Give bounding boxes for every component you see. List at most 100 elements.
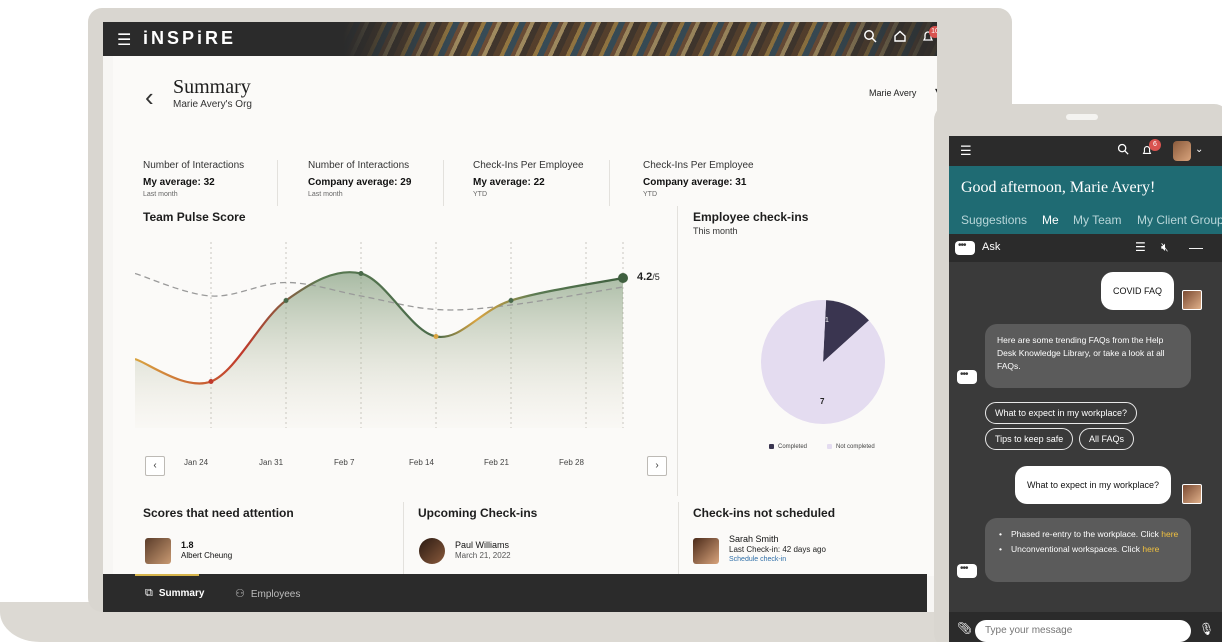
not-scheduled-title: Check-ins not scheduled [693,506,836,520]
phone-frame: ☰ 6 ⌄ Good afternoon, Marie Avery! Sugge… [934,104,1222,642]
page-title: Summary [173,76,251,98]
presentation-icon: ⧉ [145,587,153,599]
x-tick-label: Jan 31 [259,458,284,467]
score-point[interactable] [283,298,289,303]
score-point[interactable] [358,271,364,276]
upcoming-title: Upcoming Check-ins [418,506,538,520]
kpi-label: Check-Ins Per Employee [643,160,754,171]
microphone-icon[interactable]: 🎙︎ [1199,622,1214,636]
bot-icon [957,563,977,578]
score-point[interactable] [208,379,214,384]
legend-completed: Completed [769,444,807,450]
pulse-line-chart [135,242,628,428]
here-link[interactable]: here [1142,544,1159,554]
chip-all-faqs[interactable]: All FAQs [1079,428,1135,450]
legend-not-completed: Not completed [827,444,875,450]
chat-user-avatar [1182,290,1202,310]
home-icon[interactable] [889,28,911,50]
phone-hamburger-icon[interactable]: ☰ [960,143,972,159]
kpi-label: Number of Interactions [143,160,245,171]
kpi-card: Number of Interactions My average: 32 La… [143,160,256,206]
kpi-period: YTD [473,191,487,198]
menu-lines-icon[interactable]: ☰ [1135,240,1146,254]
chart-prev-button[interactable]: ‹ [145,456,165,476]
last-checkin: Last Check-in: 42 days ago [729,545,826,554]
pie-label-completed: 1 [825,317,829,324]
score-point[interactable] [508,298,514,303]
not-scheduled-name[interactable]: Sarah Smith [729,534,779,544]
kpi-value: Company average: 29 [308,177,412,188]
sarah-smith-avatar[interactable] [693,538,719,564]
tab-employees[interactable]: ⚇ Employees [235,587,300,600]
caret-down-icon: ▾ [935,86,937,97]
upcoming-name[interactable]: Paul Williams [455,540,509,550]
phone-screen: ☰ 6 ⌄ Good afternoon, Marie Avery! Sugge… [949,136,1222,642]
score-point[interactable] [433,334,439,339]
checkins-title: Employee check-ins [693,210,809,224]
laptop-screen: ☰ iNSPiRE 10 ‹ Summary Marie Avery's Org… [103,22,937,612]
phone-user-avatar[interactable] [1173,141,1191,161]
kpi-card: Number of Interactions Company average: … [308,160,423,206]
tab-my-team[interactable]: My Team [1073,213,1121,227]
user-selector[interactable]: Marie Avery ▾ [869,86,937,98]
kpi-value: My average: 22 [473,177,545,188]
message-input[interactable] [975,620,1191,642]
ask-label: Ask [982,241,1001,253]
paperclip-icon[interactable]: 📎︎ [957,621,972,635]
kpi-label: Number of Interactions [308,160,410,171]
x-tick-label: Feb 14 [409,458,434,467]
bot-icon [957,369,977,384]
tab-me[interactable]: Me [1042,213,1059,227]
top-navbar: ☰ iNSPiRE 10 [103,22,937,56]
upcoming-date: March 21, 2022 [455,551,511,560]
x-tick-label: Feb 28 [559,458,584,467]
tab-summary[interactable]: ⧉ Summary [145,587,204,600]
bottom-tab-bar: ⧉ Summary ⚇ Employees [103,574,927,612]
checkins-pie-chart: 17 [761,300,885,424]
schedule-checkin-link[interactable]: Schedule check-in [729,556,786,563]
tab-suggestions[interactable]: Suggestions [961,213,1027,227]
checkins-subtitle: This month [693,226,738,236]
chevron-down-icon[interactable]: ⌄ [1195,144,1203,155]
pie-label-not-completed: 7 [820,397,825,406]
mute-icon[interactable]: 🔇︎ [1161,240,1169,255]
stage: ☰ iNSPiRE 10 ‹ Summary Marie Avery's Org… [0,0,1222,642]
summary-page: ‹ Summary Marie Avery's Org Marie Avery … [113,56,937,576]
kpi-period: YTD [643,191,657,198]
page-subtitle: Marie Avery's Org [173,99,252,110]
here-link[interactable]: here [1161,529,1178,539]
notification-badge: 10 [929,26,937,38]
user-message: What to expect in my workplace? [1015,466,1172,504]
pulse-area [135,272,623,428]
chat-bubble-icon [955,240,975,255]
kpi-card: Check-Ins Per Employee My average: 22 YT… [473,160,596,206]
phone-speaker [1066,114,1098,120]
paul-williams-avatar[interactable] [419,538,445,564]
kpi-period: Last month [143,191,178,198]
chip-workplace[interactable]: What to expect in my workplace? [985,402,1138,424]
kpi-value: Company average: 31 [643,177,747,188]
greeting: Good afternoon, Marie Avery! [961,179,1156,196]
bot-bullet-message: • Phased re-entry to the workplace. Click… [985,518,1191,582]
x-tick-label: Jan 24 [184,458,209,467]
back-chevron-icon[interactable]: ‹ [145,82,154,113]
x-tick-label: Feb 21 [484,458,509,467]
tab-my-client-group[interactable]: My Client Group [1137,213,1222,227]
attention-score: 1.8 [181,540,194,550]
pulse-title: Team Pulse Score [143,210,246,224]
chart-next-button[interactable]: › [647,456,667,476]
albert-cheung-avatar[interactable] [145,538,171,564]
brand-logo[interactable]: iNSPiRE [143,28,236,49]
attention-name[interactable]: Albert Cheung [181,551,232,560]
bot-message: Here are some trending FAQs from the Hel… [985,324,1191,388]
search-icon[interactable] [859,28,881,50]
phone-search-icon[interactable] [1117,143,1129,158]
minimize-icon[interactable]: — [1189,239,1203,255]
hamburger-menu-icon[interactable]: ☰ [117,30,131,49]
x-tick-label: Feb 7 [334,458,355,467]
kpi-label: Check-Ins Per Employee [473,160,584,171]
chip-tips[interactable]: Tips to keep safe [985,428,1074,450]
kpi-strip: Number of Interactions My average: 32 La… [143,160,923,206]
chat-user-avatar [1182,484,1202,504]
score-point[interactable] [618,273,628,283]
